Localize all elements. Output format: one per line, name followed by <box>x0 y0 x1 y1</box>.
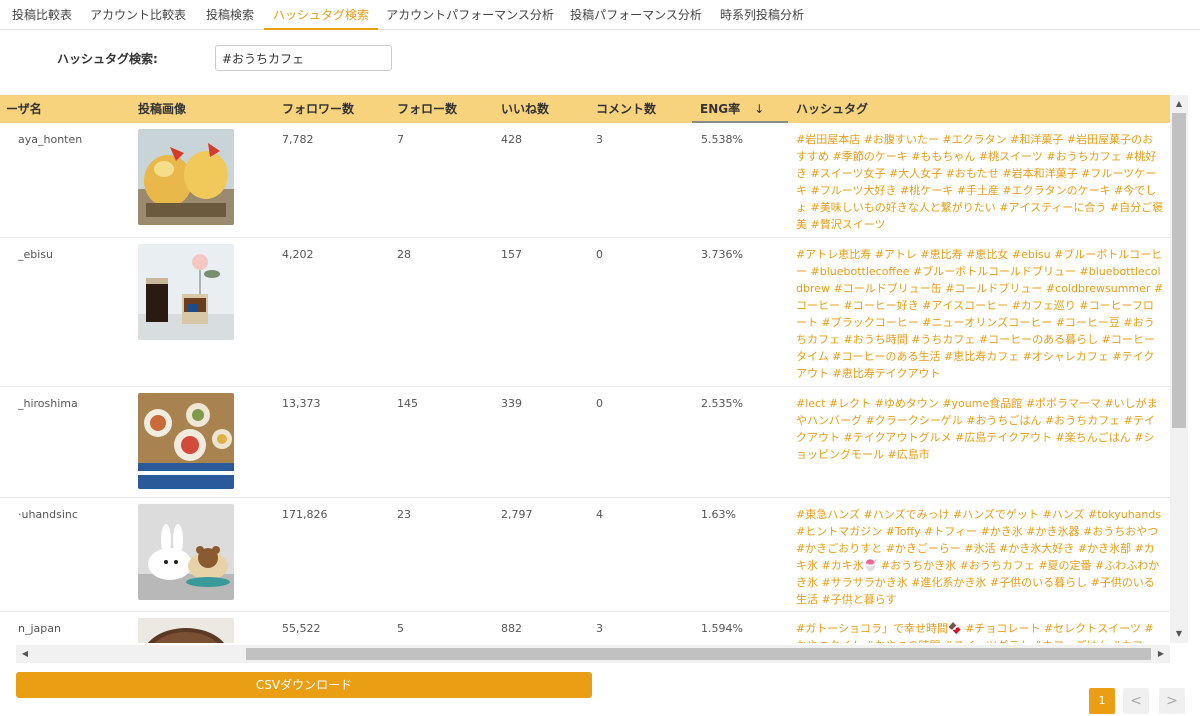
prev-page-button[interactable]: < <box>1123 688 1149 714</box>
vertical-scrollbar[interactable]: ▲ ▼ <box>1170 95 1188 643</box>
scroll-left-icon[interactable]: ◀ <box>16 645 34 663</box>
tab-hashtag-search[interactable]: ハッシュタグ検索 <box>264 6 378 30</box>
username-cell[interactable]: _hiroshima <box>18 397 78 410</box>
following-cell: 28 <box>397 248 411 261</box>
eng-rate-cell: 3.736% <box>701 248 743 261</box>
post-thumbnail[interactable] <box>138 393 234 489</box>
col-comments[interactable]: コメント数 <box>596 95 656 123</box>
following-cell: 7 <box>397 133 404 146</box>
tab-post-comparison[interactable]: 投稿比較表 <box>7 6 77 30</box>
col-followers[interactable]: フォロワー数 <box>282 95 354 123</box>
tab-account-comparison[interactable]: アカウント比較表 <box>88 6 188 30</box>
tab-bar: 投稿比較表 アカウント比較表 投稿検索 ハッシュタグ検索 アカウントパフォーマン… <box>0 0 1200 30</box>
col-hashtags[interactable]: ハッシュタグ <box>796 95 868 123</box>
table-row[interactable]: n_japan 55,522 5 882 3 1.594% #ガトーショコラ」で… <box>0 612 1170 643</box>
followers-cell: 13,373 <box>282 397 321 410</box>
username-cell[interactable]: aya_honten <box>18 133 82 146</box>
search-label: ハッシュタグ検索: <box>57 52 158 66</box>
post-thumbnail[interactable] <box>138 504 234 600</box>
following-cell: 5 <box>397 622 404 635</box>
hashtags-cell[interactable]: #ガトーショコラ」で幸せ時間🍫 #チョコレート #セレクトスイーツ #おやつタイ… <box>796 620 1164 643</box>
next-page-button[interactable]: > <box>1159 688 1185 714</box>
table-row[interactable]: aya_honten 7,782 7 428 3 5.538% #岩田屋本店 #… <box>0 123 1170 238</box>
likes-cell: 2,797 <box>501 508 533 521</box>
col-username[interactable]: ーザ名 <box>6 95 42 123</box>
tab-post-performance[interactable]: 投稿パフォーマンス分析 <box>566 6 706 30</box>
page-1-button[interactable]: 1 <box>1089 688 1115 714</box>
table-row[interactable]: _ebisu 4,202 28 157 0 3.736% #アトレ恵比寿 #アト… <box>0 238 1170 387</box>
table-header: ーザ名 投稿画像 フォロワー数 フォロー数 いいね数 コメント数 ENG率 ↓ … <box>0 95 1170 123</box>
post-thumbnail[interactable] <box>138 244 234 340</box>
post-thumbnail[interactable] <box>138 618 234 643</box>
col-likes[interactable]: いいね数 <box>501 95 549 123</box>
likes-cell: 882 <box>501 622 522 635</box>
followers-cell: 171,826 <box>282 508 328 521</box>
comments-cell: 4 <box>596 508 603 521</box>
comments-cell: 0 <box>596 248 603 261</box>
followers-cell: 4,202 <box>282 248 314 261</box>
likes-cell: 157 <box>501 248 522 261</box>
horizontal-scroll-thumb[interactable] <box>246 648 1151 660</box>
hashtags-cell[interactable]: #東急ハンズ #ハンズでみっけ #ハンズでゲット #ハンズ #tokyuhand… <box>796 506 1164 608</box>
vertical-scroll-thumb[interactable] <box>1172 113 1186 428</box>
scroll-right-icon[interactable]: ▶ <box>1152 645 1170 663</box>
scroll-down-icon[interactable]: ▼ <box>1170 625 1188 643</box>
col-eng-rate[interactable]: ENG率 ↓ <box>692 95 788 123</box>
horizontal-scrollbar[interactable]: ◀ ▶ <box>16 645 1170 663</box>
table-row[interactable]: ·uhandsinc 171,826 23 2,797 4 1.63% #東急ハ… <box>0 498 1170 612</box>
eng-rate-cell: 2.535% <box>701 397 743 410</box>
hashtags-cell[interactable]: #アトレ恵比寿 #アトレ #恵比寿 #恵比女 #ebisu #ブルーボトルコーヒ… <box>796 246 1164 382</box>
eng-rate-cell: 5.538% <box>701 133 743 146</box>
col-post-image[interactable]: 投稿画像 <box>138 95 186 123</box>
csv-download-button[interactable]: CSVダウンロード <box>16 672 592 698</box>
followers-cell: 55,522 <box>282 622 321 635</box>
hashtags-cell[interactable]: #岩田屋本店 #お腹すいたー #エクラタン #和洋菓子 #岩田屋菓子のおすすめ … <box>796 131 1164 233</box>
username-cell[interactable]: ·uhandsinc <box>18 508 78 521</box>
comments-cell: 0 <box>596 397 603 410</box>
followers-cell: 7,782 <box>282 133 314 146</box>
eng-rate-cell: 1.63% <box>701 508 736 521</box>
username-cell[interactable]: n_japan <box>18 622 61 635</box>
col-following[interactable]: フォロー数 <box>397 95 457 123</box>
post-thumbnail[interactable] <box>138 129 234 225</box>
tab-post-search[interactable]: 投稿検索 <box>200 6 260 30</box>
col-eng-rate-label: ENG率 <box>700 102 741 116</box>
results-table: ーザ名 投稿画像 フォロワー数 フォロー数 いいね数 コメント数 ENG率 ↓ … <box>0 95 1170 643</box>
scroll-up-icon[interactable]: ▲ <box>1170 95 1188 113</box>
following-cell: 23 <box>397 508 411 521</box>
comments-cell: 3 <box>596 133 603 146</box>
following-cell: 145 <box>397 397 418 410</box>
eng-rate-cell: 1.594% <box>701 622 743 635</box>
sort-down-icon: ↓ <box>754 102 765 116</box>
hashtag-search-input[interactable] <box>215 45 392 71</box>
comments-cell: 3 <box>596 622 603 635</box>
tab-time-series[interactable]: 時系列投稿分析 <box>716 6 808 30</box>
tab-account-performance[interactable]: アカウントパフォーマンス分析 <box>384 6 556 30</box>
likes-cell: 339 <box>501 397 522 410</box>
hashtags-cell[interactable]: #lect #レクト #ゆめタウン #youme食品館 #ポポラマーマ #いしが… <box>796 395 1164 463</box>
username-cell[interactable]: _ebisu <box>18 248 53 261</box>
likes-cell: 428 <box>501 133 522 146</box>
table-row[interactable]: _hiroshima 13,373 145 339 0 2.535% #lect… <box>0 387 1170 498</box>
